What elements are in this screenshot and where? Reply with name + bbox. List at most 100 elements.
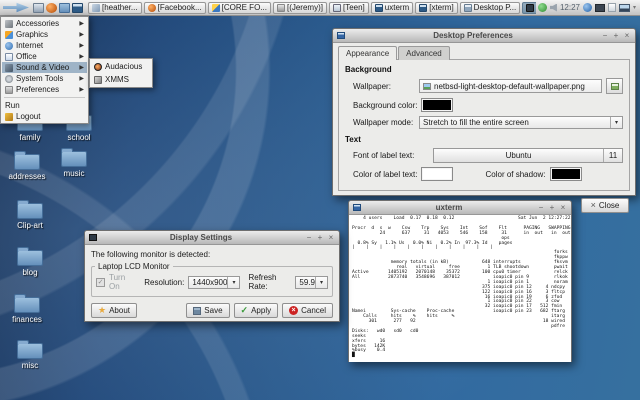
taskbar-task-heather[interactable]: [heather...	[88, 2, 142, 14]
chat-window-icon	[92, 4, 100, 12]
taskbar-task-jeremy[interactable]: [(Jeremy)]	[273, 2, 327, 14]
monitor-detected-text: The following monitor is detected:	[91, 250, 333, 259]
desktop-icon-finances[interactable]: finances	[3, 293, 51, 324]
task-label: [CORE FO...	[222, 3, 267, 12]
browse-wallpaper-button[interactable]	[606, 78, 623, 94]
font-picker-button[interactable]: Ubuntu 11	[433, 148, 623, 163]
task-label: Desktop P...	[474, 3, 517, 12]
taskbar-task-display-settings[interactable]: Display S...	[522, 2, 536, 14]
close-button[interactable]: ×	[623, 31, 631, 40]
label-text-color-label: Color of label text:	[353, 170, 417, 179]
menu-item-run[interactable]: Run	[2, 100, 87, 111]
battery-icon[interactable]	[608, 3, 616, 12]
maximize-button[interactable]: +	[548, 203, 556, 212]
browser-icon[interactable]	[46, 3, 57, 13]
titlebar[interactable]: Desktop Preferences − + ×	[333, 29, 635, 43]
titlebar[interactable]: Display Settings − + ×	[85, 231, 339, 245]
menu-item-label: Preferences	[16, 85, 59, 94]
menu-item-label: Logout	[16, 112, 40, 121]
submenu-item-xmms[interactable]: XMMS	[91, 73, 151, 86]
apply-button[interactable]: ✓ Apply	[234, 303, 279, 318]
close-button[interactable]: ×	[559, 203, 567, 212]
turn-on-label: Turn On	[109, 273, 134, 291]
submenu-arrow-icon: ▶	[79, 65, 84, 71]
menu-item-label: Internet	[16, 41, 43, 50]
taskbar-task-xterm[interactable]: [xterm]	[415, 2, 457, 14]
dropdown-arrow-icon: ▾	[610, 117, 622, 128]
folder-icon	[14, 297, 40, 313]
desktop-icon-addresses[interactable]: addresses	[3, 150, 51, 181]
menu-item-logout[interactable]: Logout	[2, 111, 87, 122]
shadow-color-swatch[interactable]	[550, 167, 582, 181]
desktop-icon-label: music	[64, 169, 85, 178]
taskbar-task-desktop-preferences[interactable]: Desktop P...	[460, 2, 521, 14]
label-text-color-swatch[interactable]	[421, 167, 453, 181]
about-button[interactable]: ★ About	[91, 303, 137, 318]
turn-on-checkbox[interactable]: ✓	[96, 278, 105, 287]
display-tray-icon[interactable]	[619, 4, 630, 12]
save-button[interactable]: Save	[186, 303, 229, 318]
about-button-label: About	[109, 306, 130, 315]
minimize-button[interactable]: −	[305, 233, 313, 242]
window-icon	[337, 32, 345, 39]
folder-launcher-icon[interactable]	[59, 3, 70, 13]
maximize-button[interactable]: +	[316, 233, 324, 242]
desktop-icon-music[interactable]: music	[50, 147, 98, 178]
file-manager-icon[interactable]	[33, 3, 44, 13]
close-dialog-button[interactable]: × Close	[581, 198, 629, 213]
wallpaper-mode-dropdown[interactable]: Stretch to fill the entire screen ▾	[419, 116, 623, 129]
desktop-icon-blog[interactable]: blog	[6, 246, 54, 277]
menu-item-sound-video[interactable]: Sound & Video▶	[2, 62, 87, 73]
menu-item-accessories[interactable]: Accessories▶	[2, 18, 87, 29]
screenshot-icon[interactable]	[595, 4, 605, 12]
chevron-down-icon[interactable]: ▾	[633, 5, 636, 11]
tab-advanced[interactable]: Advanced	[398, 46, 450, 60]
taskbar-task-facebook[interactable]: [Facebook...	[144, 2, 206, 14]
menu-item-graphics[interactable]: Graphics▶	[2, 29, 87, 40]
titlebar[interactable]: uxterm − + ×	[349, 201, 571, 215]
refresh-rate-dropdown[interactable]: 59.9 ▾	[295, 276, 328, 289]
wallpaper-file-field[interactable]: netbsd-light-desktop-default-wallpaper.p…	[419, 79, 602, 93]
desktop-icon-clip-art[interactable]: Clip-art	[6, 199, 54, 230]
wallpaper-filename: netbsd-light-desktop-default-wallpaper.p…	[434, 82, 585, 91]
menu-item-office[interactable]: Office▶	[2, 51, 87, 62]
menu-item-preferences[interactable]: Preferences▶	[2, 84, 87, 95]
background-color-swatch[interactable]	[421, 98, 453, 112]
tab-appearance[interactable]: Appearance	[338, 46, 397, 60]
start-menu-button[interactable]	[3, 2, 29, 14]
menu-item-internet[interactable]: Internet▶	[2, 40, 87, 51]
task-label: [Facebook...	[158, 3, 202, 12]
task-label: [(Jeremy)]	[287, 3, 323, 12]
globe-icon[interactable]	[583, 3, 592, 12]
background-color-label: Background color:	[353, 101, 417, 110]
desktop-icon-misc[interactable]: misc	[6, 339, 54, 370]
audacious-icon	[94, 63, 102, 71]
uxterm-window: uxterm − + × 4 users Load 0.17 0.18 0.12…	[348, 200, 572, 362]
taskbar-task-teen[interactable]: [Teen]	[329, 2, 369, 14]
sound-video-submenu: Audacious XMMS	[89, 58, 153, 88]
appearance-panel: Background Wallpaper: netbsd-light-deskt…	[338, 59, 630, 191]
minimize-button[interactable]: −	[537, 203, 545, 212]
cancel-button[interactable]: × Cancel	[282, 303, 333, 318]
volume-icon[interactable]	[550, 4, 557, 12]
maximize-button[interactable]: +	[612, 31, 620, 40]
wallpaper-mode-label: Wallpaper mode:	[353, 118, 415, 127]
menu-item-label: Run	[5, 101, 20, 110]
submenu-item-audacious[interactable]: Audacious	[91, 60, 151, 73]
taskbar: [heather... [Facebook... [CORE FO... [(J…	[0, 0, 640, 16]
menu-item-system-tools[interactable]: System Tools▶	[2, 73, 87, 84]
submenu-arrow-icon: ▶	[79, 76, 84, 82]
minimize-button[interactable]: −	[601, 31, 609, 40]
terminal-content-area[interactable]: 4 users Load 0.17 0.18 0.12 Sat Jun 2 12…	[349, 215, 571, 362]
menu-separator	[4, 97, 85, 98]
network-status-icon[interactable]	[538, 3, 547, 12]
close-button[interactable]: ×	[327, 233, 335, 242]
taskbar-task-uxterm[interactable]: uxterm	[371, 2, 413, 14]
desktop-icon-label: family	[20, 133, 41, 142]
resolution-dropdown[interactable]: 1440x900 ▾	[188, 276, 240, 289]
refresh-rate-value: 59.9	[299, 278, 315, 287]
taskbar-task-core[interactable]: [CORE FO...	[208, 2, 271, 14]
menu-item-label: Office	[16, 52, 37, 61]
terminal-launcher-icon[interactable]	[72, 3, 83, 13]
clock[interactable]: 12:27	[560, 3, 580, 12]
